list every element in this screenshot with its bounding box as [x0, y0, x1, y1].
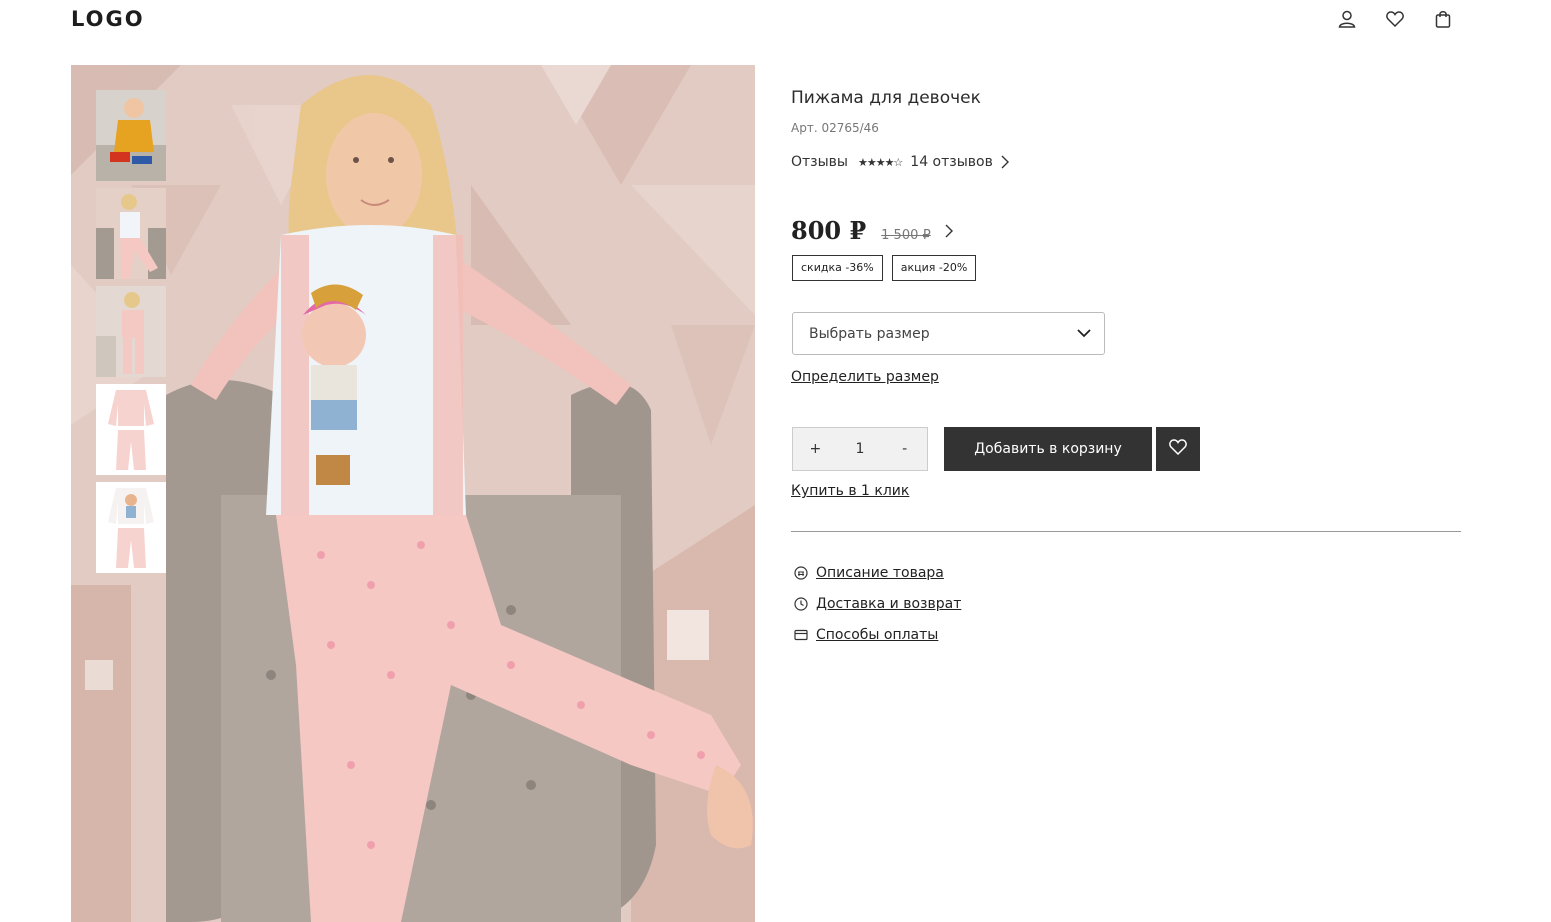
current-price: 800 ₽	[791, 216, 867, 245]
clock-icon	[793, 596, 809, 612]
user-icon[interactable]	[1337, 8, 1357, 30]
heart-icon	[1169, 439, 1187, 459]
reviews-row: Отзывы ★★★★☆ 14 отзывов	[791, 154, 1009, 170]
add-to-wishlist-button[interactable]	[1156, 427, 1200, 471]
chevron-down-icon	[1077, 326, 1091, 342]
card-icon	[793, 627, 809, 643]
quantity-stepper: + 1 -	[792, 427, 928, 471]
qty-plus-button[interactable]: +	[800, 441, 830, 457]
payment-link-row[interactable]: Способы оплаты	[793, 619, 961, 650]
description-icon	[793, 565, 809, 581]
rating-stars: ★★★★☆	[857, 155, 903, 169]
product-sku: Арт. 02765/46	[791, 121, 879, 135]
heart-icon[interactable]	[1385, 8, 1405, 30]
bag-icon[interactable]	[1433, 8, 1453, 30]
size-select[interactable]: Выбрать размер	[792, 312, 1105, 355]
divider	[791, 531, 1461, 532]
delivery-link-row[interactable]: Доставка и возврат	[793, 588, 961, 619]
qty-minus-button[interactable]: -	[890, 441, 920, 457]
price-row: 800 ₽ 1 500 ₽	[791, 216, 953, 245]
size-select-label: Выбрать размер	[809, 325, 930, 342]
chevron-right-icon[interactable]	[1001, 155, 1009, 169]
size-guide-link[interactable]: Определить размер	[791, 369, 939, 385]
header-icons	[1337, 8, 1453, 30]
buy-one-click-link[interactable]: Купить в 1 клик	[791, 483, 909, 499]
discount-badge: скидка -36%	[792, 255, 883, 281]
thumbnail-1[interactable]	[96, 90, 166, 181]
add-to-cart-button[interactable]: Добавить в корзину	[944, 427, 1152, 471]
product-gallery[interactable]	[71, 65, 755, 922]
product-title: Пижама для девочек	[791, 88, 981, 108]
thumbnail-2[interactable]	[96, 188, 166, 279]
reviews-label: Отзывы	[791, 154, 848, 170]
discount-badges: скидка -36% акция -20%	[792, 255, 977, 281]
delivery-link[interactable]: Доставка и возврат	[816, 596, 961, 612]
description-link[interactable]: Описание товара	[816, 565, 944, 581]
reviews-count-link[interactable]: 14 отзывов	[910, 154, 993, 170]
thumbnail-4[interactable]	[96, 384, 166, 475]
main-product-photo[interactable]	[71, 65, 755, 922]
promo-badge: акция -20%	[891, 255, 977, 281]
thumbnail-5[interactable]	[96, 482, 166, 573]
logo[interactable]: LOGO	[71, 7, 145, 31]
chevron-right-icon[interactable]	[945, 224, 953, 238]
qty-value[interactable]: 1	[845, 441, 875, 457]
payment-link[interactable]: Способы оплаты	[816, 627, 938, 643]
old-price: 1 500 ₽	[881, 228, 931, 243]
thumbnail-list	[96, 90, 166, 580]
description-link-row[interactable]: Описание товара	[793, 557, 961, 588]
thumbnail-3[interactable]	[96, 286, 166, 377]
info-links: Описание товара Доставка и возврат Спосо…	[793, 557, 961, 650]
